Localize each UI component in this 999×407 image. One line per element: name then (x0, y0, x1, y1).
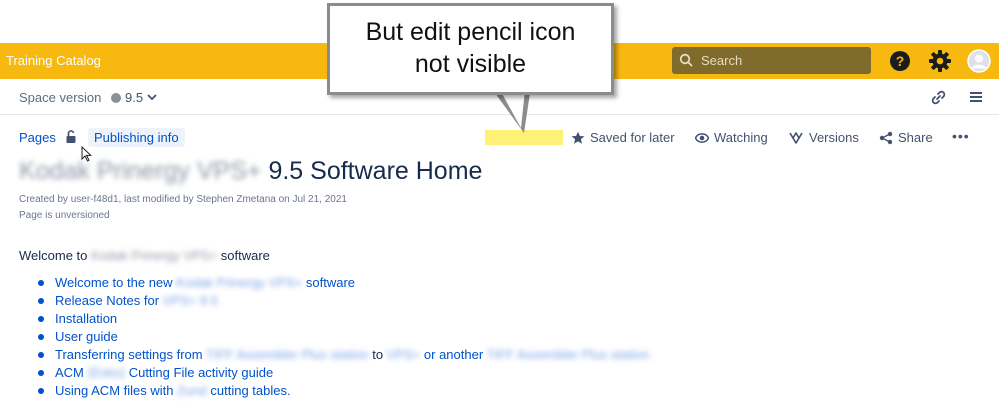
list-item[interactable]: Welcome to the new Kodak Prinergy VPS+ s… (38, 274, 649, 292)
link-text: Installation (55, 311, 118, 326)
chevron-down-icon[interactable] (146, 91, 158, 103)
redacted-text: Zund (177, 383, 207, 398)
redacted-text: TIFF Assembler Plus station (206, 347, 369, 362)
space-version-value[interactable]: 9.5 (125, 90, 143, 105)
space-version-label: Space version (19, 90, 102, 105)
link-text: Using ACM files with (55, 383, 174, 398)
eye-icon (695, 132, 709, 143)
link-text: Release Notes for (55, 293, 160, 308)
saved-for-later-label: Saved for later (590, 130, 675, 145)
link-icon[interactable] (930, 89, 947, 106)
link-text: Transferring settings from (55, 347, 203, 362)
search-input[interactable]: Search (672, 47, 871, 74)
link-text: cutting tables. (210, 383, 291, 398)
watching-button[interactable]: Watching (695, 130, 768, 145)
list-item[interactable]: Release Notes for VPS+ 9.5 (38, 292, 649, 310)
share-label: Share (898, 130, 933, 145)
redacted-text: TIFF Assembler Plus station (486, 347, 650, 362)
versions-icon (789, 132, 803, 144)
page-link-list: Welcome to the new Kodak Prinergy VPS+ s… (38, 274, 649, 400)
pages-breadcrumb[interactable]: Pages (19, 130, 56, 145)
space-name-link[interactable]: Training Catalog (6, 53, 101, 68)
redacted-text: VPS+ (386, 347, 421, 362)
watching-label: Watching (714, 130, 768, 145)
search-icon (679, 53, 693, 67)
versions-label: Versions (809, 130, 859, 145)
list-item[interactable]: Transferring settings from TIFF Assemble… (38, 346, 649, 364)
page-byline: Created by user-f48d1, last modified by … (19, 194, 347, 205)
welcome-prefix: Welcome to (19, 248, 88, 263)
redacted-text: Kodak Prinergy VPS+ (176, 275, 303, 290)
page-title: Kodak Prinergy VPS+ 9.5 Software Home (19, 157, 482, 186)
callout-line-1: But edit pencil icon (365, 18, 576, 46)
redacted-text: VPS+ 9.5 (162, 293, 218, 308)
search-placeholder: Search (701, 53, 743, 68)
callout-line-2: not visible (414, 50, 527, 78)
avatar-icon[interactable] (967, 49, 991, 73)
list-item[interactable]: User guide (38, 328, 649, 346)
menu-icon[interactable] (969, 90, 983, 104)
versions-button[interactable]: Versions (789, 130, 859, 145)
link-text: ACM (55, 365, 84, 380)
welcome-suffix: software (220, 248, 270, 263)
link-text: Welcome to the new (55, 275, 173, 290)
list-item[interactable]: Installation (38, 310, 649, 328)
svg-text:?: ? (896, 53, 905, 69)
more-actions-button[interactable]: ••• (952, 128, 970, 144)
welcome-text: Welcome to Kodak Prinergy VPS+ software (19, 248, 270, 263)
plain-text: to (372, 347, 384, 362)
list-item[interactable]: ACM (Esko) Cutting File activity guide (38, 364, 649, 382)
redacted-text: (Esko) (87, 365, 126, 380)
publishing-info-button[interactable]: Publishing info (88, 128, 185, 147)
link-text: or another (423, 347, 484, 362)
highlighted-empty-area (485, 130, 563, 145)
link-text: software (305, 275, 356, 290)
redacted-product-name: Kodak Prinergy VPS+ (19, 157, 262, 185)
gear-icon[interactable] (928, 49, 952, 73)
list-item[interactable]: Using ACM files with Zund cutting tables… (38, 382, 649, 400)
version-status-dot (111, 93, 121, 103)
link-text: User guide (55, 329, 118, 344)
annotation-callout: But edit pencil icon not visible (327, 3, 614, 95)
saved-for-later-button[interactable]: Saved for later (571, 130, 675, 145)
share-icon (879, 131, 893, 144)
link-text: Cutting File activity guide (128, 365, 274, 380)
share-button[interactable]: Share (879, 130, 933, 145)
unversioned-note: Page is unversioned (19, 210, 110, 221)
page-title-text: 9.5 Software Home (268, 157, 483, 185)
unlock-icon[interactable] (65, 130, 78, 144)
redacted-product-name: Kodak Prinergy VPS+ (91, 248, 218, 263)
star-icon (571, 131, 585, 144)
help-icon[interactable]: ? (888, 49, 912, 73)
